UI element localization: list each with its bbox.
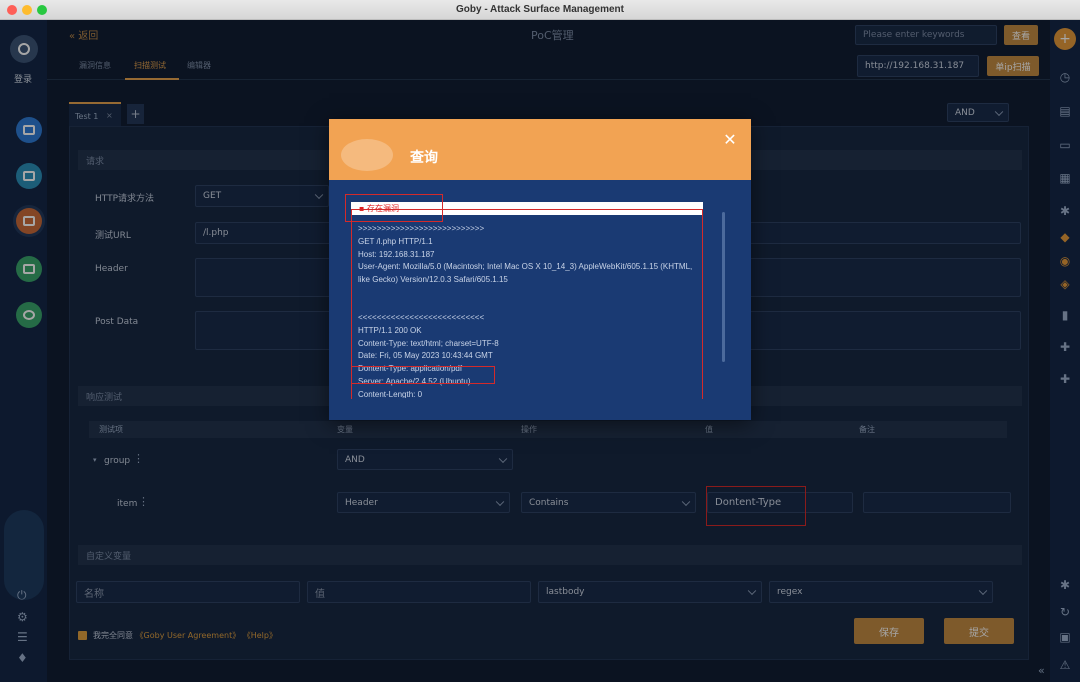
close-icon[interactable]: ✕ [723, 132, 737, 148]
modal-scrollbar[interactable] [722, 212, 725, 362]
window-title: Goby - Attack Surface Management [455, 4, 624, 15]
modal-body: ▪ 存在漏洞 >>>>>>>>>>>>>>>>>>>>>>>>>>> GET /… [329, 180, 751, 420]
window-titlebar: Goby - Attack Surface Management [0, 0, 1080, 20]
query-modal: 查询 ✕ ▪ 存在漏洞 >>>>>>>>>>>>>>>>>>>>>>>>>>> … [329, 119, 751, 420]
modal-title: 查询 [410, 150, 438, 166]
highlight-box-header [351, 366, 495, 384]
modal-logo-icon [341, 139, 393, 171]
modal-header: 查询 ✕ [329, 119, 751, 180]
